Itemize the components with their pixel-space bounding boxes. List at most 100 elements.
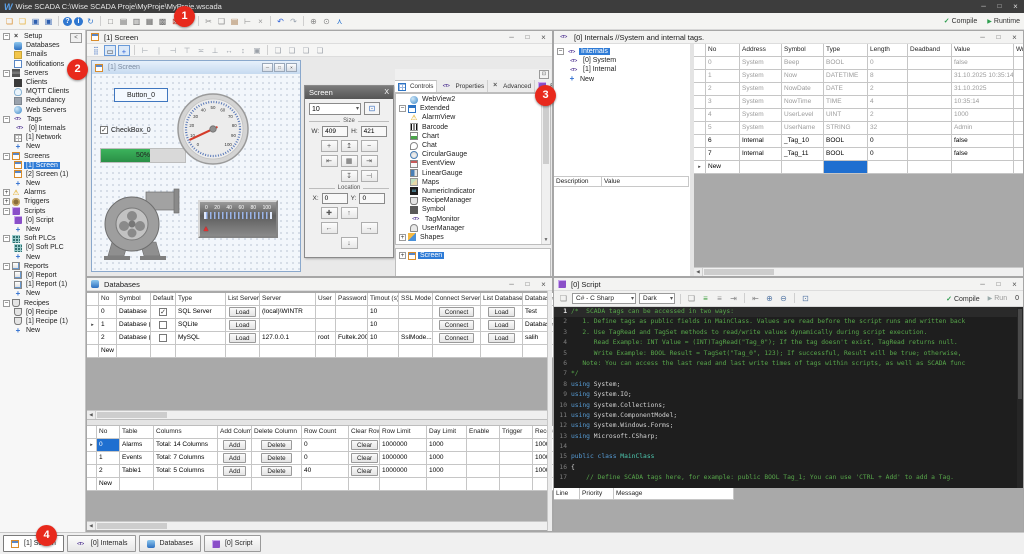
- table-cell[interactable]: 0: [97, 439, 120, 452]
- table-row[interactable]: 3SystemNowTimeTIME410:35:14: [694, 96, 1023, 109]
- expander-icon[interactable]: −: [3, 300, 10, 307]
- table-cell[interactable]: [336, 319, 368, 332]
- code-line[interactable]: 2 1. Define tags as public fields in Mai…: [554, 317, 1023, 327]
- tree-item[interactable]: UserManager: [396, 224, 550, 233]
- checkbox-icon[interactable]: [159, 321, 167, 329]
- column-header[interactable]: Table: [120, 426, 154, 439]
- table-cell[interactable]: Load: [226, 332, 260, 345]
- table-cell[interactable]: [316, 306, 336, 319]
- connect-button[interactable]: Connect: [439, 333, 474, 343]
- tree-item[interactable]: Web Servers: [0, 106, 85, 115]
- tree-item[interactable]: Maps: [396, 178, 550, 187]
- tree-item[interactable]: Clients: [0, 78, 85, 87]
- table-cell[interactable]: 8: [868, 70, 908, 83]
- column-header[interactable]: Value: [952, 44, 1014, 57]
- table-cell[interactable]: [467, 452, 500, 465]
- same-size-icon[interactable]: ▣: [251, 45, 263, 56]
- tree-item[interactable]: New: [0, 225, 85, 234]
- tree-item[interactable]: TagMonitor: [396, 214, 550, 223]
- column-header[interactable]: Password: [336, 293, 368, 306]
- table-row[interactable]: 0DatabaseSQL ServerLoad(local)\WINTR10Co…: [87, 306, 547, 319]
- tab-properties[interactable]: Properties: [437, 80, 488, 92]
- column-header[interactable]: User: [316, 293, 336, 306]
- column-header[interactable]: Type: [824, 44, 868, 57]
- table-cell[interactable]: [908, 161, 952, 174]
- table-cell[interactable]: [399, 345, 433, 358]
- code-line[interactable]: 1/* SCADA tags can be accessed in two wa…: [554, 307, 1023, 317]
- tab-advanced[interactable]: Advanced: [488, 80, 535, 92]
- table-cell[interactable]: 40: [302, 465, 349, 478]
- table-cell[interactable]: [908, 109, 952, 122]
- code-line[interactable]: 14: [554, 442, 1023, 452]
- tab-controls[interactable]: Controls: [395, 80, 437, 92]
- list-db-button[interactable]: Load: [488, 320, 514, 330]
- table-cell[interactable]: Load: [481, 306, 523, 319]
- table-cell[interactable]: [908, 57, 952, 70]
- tree-item[interactable]: RecipeManager: [396, 196, 550, 205]
- align-right-edge-button[interactable]: ⇥: [361, 155, 378, 167]
- tree-item[interactable]: [0] Recipe: [0, 308, 85, 317]
- height-field[interactable]: 421: [361, 126, 387, 137]
- minimize-icon[interactable]: [507, 281, 516, 288]
- table-row[interactable]: 1SystemNowDATETIME831.10.2025 10:35:14: [694, 70, 1023, 83]
- table-cell[interactable]: 7: [706, 148, 740, 161]
- table-cell[interactable]: [868, 161, 908, 174]
- select-bounds-icon[interactable]: ⊡: [364, 102, 380, 115]
- table-cell[interactable]: UINT: [824, 109, 868, 122]
- table-cell[interactable]: Alarms: [120, 439, 154, 452]
- outdent-icon[interactable]: ⇤: [750, 293, 761, 304]
- table-row[interactable]: 0SystemBeepBOOL0false: [694, 57, 1023, 70]
- code-editor[interactable]: 1/* SCADA tags can be accessed in two wa…: [554, 307, 1023, 488]
- table-cell[interactable]: [467, 478, 500, 491]
- connect-button[interactable]: Connect: [439, 307, 474, 317]
- table-cell[interactable]: Connect: [433, 332, 481, 345]
- table-cell[interactable]: Connect: [433, 319, 481, 332]
- new-project-icon[interactable]: ❏: [4, 16, 15, 27]
- column-header[interactable]: Day Limit: [427, 426, 467, 439]
- code-line[interactable]: 7*/: [554, 369, 1023, 379]
- align-bottom-icon[interactable]: ⊥: [209, 45, 221, 56]
- close-icon[interactable]: [539, 280, 548, 289]
- table-cell[interactable]: root: [316, 332, 336, 345]
- column-header[interactable]: Description: [554, 176, 602, 187]
- scroll-thumb[interactable]: [704, 269, 774, 275]
- table-cell[interactable]: 1000: [952, 109, 1014, 122]
- expander-icon[interactable]: −: [557, 48, 564, 55]
- table-cell[interactable]: Delete: [252, 452, 302, 465]
- move-right-button[interactable]: →: [361, 222, 378, 234]
- tree-item[interactable]: New: [554, 75, 690, 84]
- table-cell[interactable]: [1014, 148, 1023, 161]
- table-cell[interactable]: [500, 465, 533, 478]
- checkbox-icon[interactable]: [159, 308, 167, 316]
- add-button[interactable]: Add: [223, 453, 246, 463]
- design-canvas[interactable]: Button_0 CheckBox_0 50% 0102030405060708…: [92, 74, 300, 271]
- tree-item[interactable]: [1] Screen: [0, 161, 85, 170]
- maximize-icon[interactable]: [994, 34, 1003, 41]
- minimize-icon[interactable]: [507, 34, 516, 41]
- close-icon[interactable]: [1010, 280, 1019, 289]
- column-header[interactable]: Delete Column: [252, 426, 302, 439]
- copy-icon[interactable]: ❑: [216, 16, 227, 27]
- scroll-thumb[interactable]: [97, 412, 167, 418]
- delete-button[interactable]: Delete: [261, 440, 291, 450]
- x-field[interactable]: 0: [322, 193, 348, 204]
- info-icon[interactable]: i: [74, 17, 83, 26]
- table-row[interactable]: ▸New: [694, 161, 1023, 174]
- column-header[interactable]: Server: [260, 293, 316, 306]
- table-cell[interactable]: New: [706, 161, 740, 174]
- scrollbar[interactable]: ◀: [87, 410, 547, 419]
- table-cell[interactable]: DATETIME: [824, 70, 868, 83]
- table-cell[interactable]: MySQL: [176, 332, 226, 345]
- table-cell[interactable]: 10:35:14: [952, 96, 1014, 109]
- expander-icon[interactable]: −: [399, 105, 406, 112]
- scroll-left-icon[interactable]: ◀: [87, 411, 96, 419]
- table-cell[interactable]: [260, 319, 316, 332]
- table-cell[interactable]: Clear: [349, 452, 380, 465]
- table-cell[interactable]: 32: [868, 122, 908, 135]
- tree-item[interactable]: MQTT Clients: [0, 87, 85, 96]
- column-header[interactable]: Priority: [580, 488, 614, 500]
- taskbar-tab-0-internals[interactable]: [0] Internals: [67, 535, 136, 552]
- column-header[interactable]: Add Column: [218, 426, 252, 439]
- table-cell[interactable]: New: [99, 345, 117, 358]
- table-cell[interactable]: 1000000: [380, 452, 427, 465]
